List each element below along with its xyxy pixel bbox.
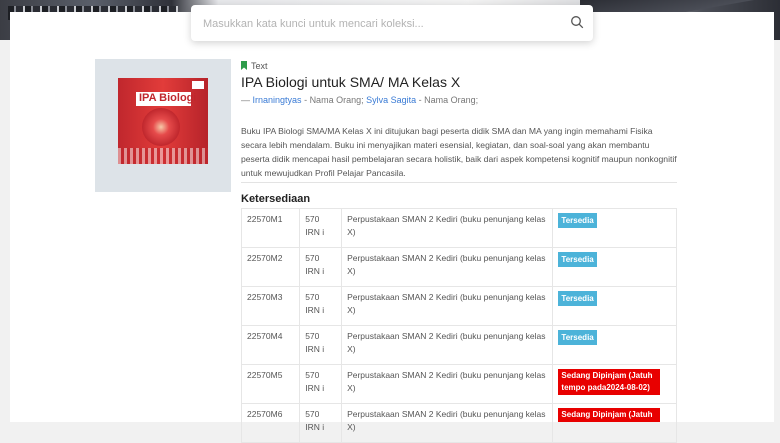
status-cell: Tersedia — [552, 247, 677, 287]
author-list: — Irnaningtyas - Nama Orang; Sylva Sagit… — [241, 95, 478, 105]
status-badge: Tersedia — [558, 291, 597, 306]
availability-heading: Ketersediaan — [241, 193, 311, 205]
status-badge: Tersedia — [558, 213, 597, 228]
item-title: IPA Biologi untuk SMA/ MA Kelas X — [241, 74, 461, 90]
status-badge: Sedang Dipinjam (Jatuh tempo pada2024-08… — [558, 369, 661, 395]
search-icon[interactable] — [570, 15, 584, 29]
search-input[interactable] — [201, 13, 555, 35]
item-type: Text — [241, 61, 268, 71]
call-number: 570 IRN i — [299, 403, 343, 443]
item-code: 22570M3 — [240, 286, 301, 326]
status-badge: Tersedia — [558, 252, 597, 267]
status-cell: Tersedia — [552, 208, 677, 248]
author-link[interactable]: Irnaningtyas — [253, 95, 302, 105]
status-cell: Tersedia — [552, 286, 677, 326]
call-number: 570 IRN i — [299, 286, 343, 326]
call-number: 570 IRN i — [299, 208, 343, 248]
item-code: 22570M2 — [240, 247, 301, 287]
location: Perpustakaan SMAN 2 Kediri (buku penunja… — [341, 247, 554, 287]
availability-row: 22570M3 570 IRN i Perpustakaan SMAN 2 Kedi… — [240, 286, 677, 326]
availability-row: 22570M5 570 IRN i Perpustakaan SMAN 2 Kedi… — [240, 364, 677, 404]
call-number: 570 IRN i — [299, 247, 343, 287]
cover-stripes — [118, 148, 208, 164]
availability-row: 22570M1 570 IRN i Perpustakaan SMAN 2 Kedi… — [240, 208, 677, 248]
cover-publisher-logo — [192, 81, 204, 89]
item-description: Buku IPA Biologi SMA/MA Kelas X ini ditu… — [241, 126, 677, 178]
status-cell: Tersedia — [552, 325, 677, 365]
author-prefix: — — [241, 95, 250, 105]
status-cell: Sedang Dipinjam (Jatuh — [552, 403, 677, 443]
item-type-label: Text — [251, 61, 268, 71]
location: Perpustakaan SMAN 2 Kediri (buku penunja… — [341, 364, 554, 404]
book-cover-image[interactable]: IPA Biologi — [118, 78, 208, 164]
cover-title-text: IPA Biologi — [139, 92, 197, 104]
status-badge: Tersedia — [558, 330, 597, 345]
author-link[interactable]: Sylva Sagita — [366, 95, 416, 105]
location: Perpustakaan SMAN 2 Kediri (buku penunja… — [341, 325, 554, 365]
search-bar — [191, 5, 593, 41]
divider — [241, 182, 677, 183]
cover-flower-image — [142, 108, 180, 146]
location: Perpustakaan SMAN 2 Kediri (buku penunja… — [341, 403, 554, 443]
item-code: 22570M6 — [240, 403, 301, 443]
author-role: - Nama Orang; — [418, 95, 479, 105]
availability-row: 22570M6 570 IRN i Perpustakaan SMAN 2 Kedi… — [240, 403, 677, 443]
availability-table: 22570M1 570 IRN i Perpustakaan SMAN 2 Kedi… — [240, 208, 677, 443]
location: Perpustakaan SMAN 2 Kediri (buku penunja… — [341, 286, 554, 326]
availability-row: 22570M2 570 IRN i Perpustakaan SMAN 2 Kedi… — [240, 247, 677, 287]
author-role: - Nama Orang; — [304, 95, 364, 105]
call-number: 570 IRN i — [299, 325, 343, 365]
item-code: 22570M1 — [240, 208, 301, 248]
status-badge: Sedang Dipinjam (Jatuh — [558, 408, 661, 422]
item-code: 22570M4 — [240, 325, 301, 365]
status-cell: Sedang Dipinjam (Jatuh tempo pada2024-08… — [552, 364, 677, 404]
location: Perpustakaan SMAN 2 Kediri (buku penunja… — [341, 208, 554, 248]
bookmark-icon — [241, 61, 247, 70]
item-code: 22570M5 — [240, 364, 301, 404]
availability-row: 22570M4 570 IRN i Perpustakaan SMAN 2 Kedi… — [240, 325, 677, 365]
call-number: 570 IRN i — [299, 364, 343, 404]
